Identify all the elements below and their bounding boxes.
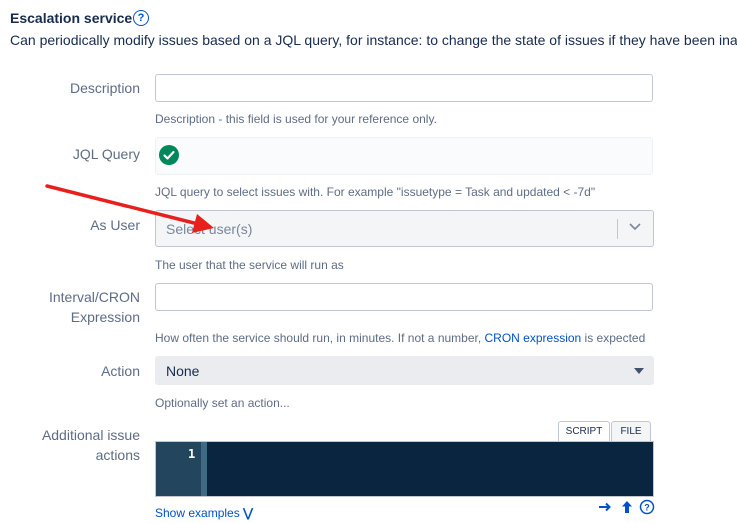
jql-label: JQL Query	[72, 146, 140, 162]
help-icon[interactable]: ?	[133, 10, 149, 26]
arrow-right-icon[interactable]	[597, 499, 613, 515]
chevron-down-icon[interactable]	[627, 218, 643, 234]
editor-gutter-bar	[201, 442, 207, 496]
action-hint: Optionally set an action...	[155, 396, 290, 410]
interval-hint-text: How often the service should run, in min…	[155, 331, 485, 345]
as-user-hint: The user that the service will run as	[155, 258, 344, 272]
tab-script[interactable]: SCRIPT	[558, 421, 610, 441]
page-title: Escalation service	[10, 10, 133, 26]
cron-expression-link[interactable]: CRON expression	[485, 331, 582, 345]
show-examples-link[interactable]: Show examples ⋁	[155, 506, 253, 520]
svg-text:?: ?	[644, 503, 650, 513]
additional-label-line2: actions	[95, 447, 140, 463]
description-label: Description	[69, 80, 140, 96]
help-circle-icon[interactable]: ?	[639, 499, 655, 515]
caret-down-icon[interactable]	[634, 368, 644, 374]
additional-label-line1: Additional issue	[41, 427, 140, 443]
jql-input[interactable]	[155, 137, 653, 175]
description-input[interactable]	[155, 74, 653, 102]
action-selected-value: None	[166, 363, 200, 379]
description-hint: Description - this field is used for you…	[155, 112, 437, 126]
tab-file[interactable]: FILE	[611, 421, 651, 441]
check-icon	[159, 145, 179, 165]
action-select[interactable]	[155, 356, 654, 385]
as-user-label: As User	[90, 217, 140, 233]
line-number: 1	[188, 447, 196, 461]
show-examples-text: Show examples	[155, 506, 240, 520]
user-picker-placeholder: Select user(s)	[166, 221, 253, 237]
page-subtitle: Can periodically modify issues based on …	[10, 32, 737, 48]
arrow-up-icon[interactable]	[619, 499, 635, 515]
interval-label-line1: Interval/CRON	[48, 289, 140, 305]
double-chevron-down-icon: ⋁	[243, 506, 253, 520]
interval-hint: How often the service should run, in min…	[155, 331, 645, 345]
interval-input[interactable]	[155, 283, 653, 311]
interval-hint-tail: is expected	[581, 331, 646, 345]
interval-label-line2: Expression	[70, 309, 140, 325]
jql-hint: JQL query to select issues with. For exa…	[155, 185, 596, 199]
script-editor[interactable]	[155, 441, 654, 497]
action-label: Action	[101, 363, 140, 379]
user-picker-divider	[617, 219, 618, 239]
